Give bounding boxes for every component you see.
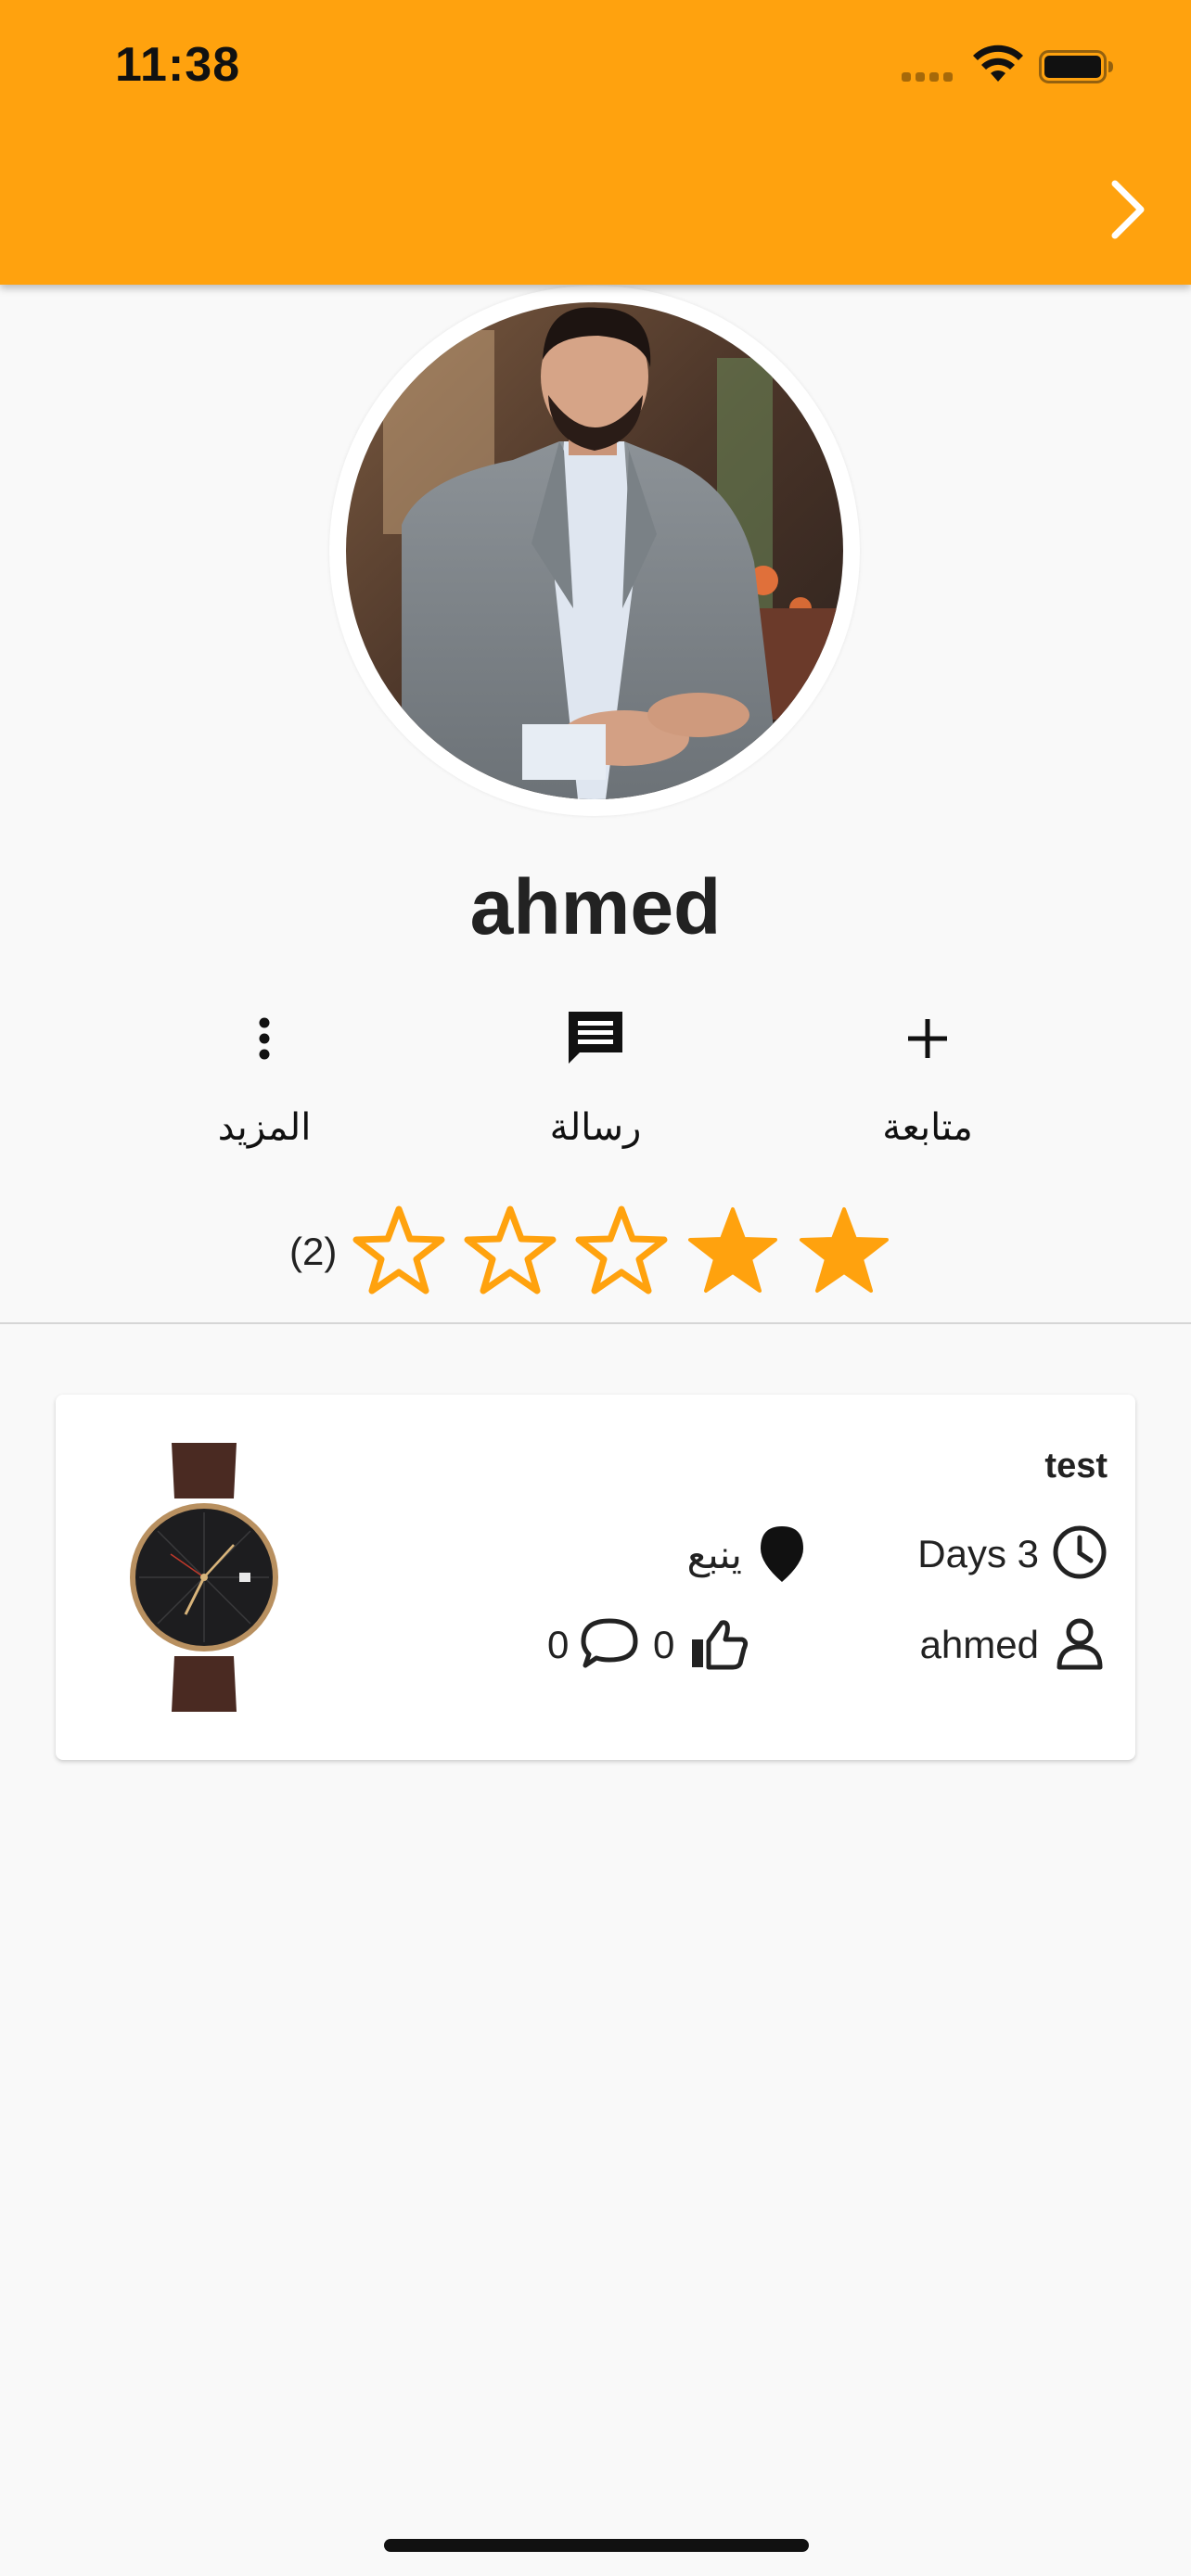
wifi-icon bbox=[973, 45, 1023, 82]
more-button[interactable]: المزيد bbox=[153, 1006, 376, 1173]
message-icon bbox=[569, 1012, 622, 1064]
listing-location-text: ينبع bbox=[686, 1532, 742, 1577]
thumbs-up-icon[interactable] bbox=[688, 1615, 749, 1671]
listing-card[interactable]: test Days 3 ahmed ينبع 0 0 bbox=[56, 1395, 1135, 1760]
wristwatch-photo bbox=[130, 1443, 278, 1712]
comment-icon bbox=[581, 1618, 638, 1668]
avatar[interactable] bbox=[346, 302, 843, 799]
listing-time-text: Days 3 bbox=[917, 1532, 1039, 1575]
star-filled-icon bbox=[688, 1207, 777, 1293]
listing-seller-text: ahmed bbox=[919, 1623, 1039, 1666]
location-pin-icon bbox=[761, 1526, 803, 1582]
profile-screen: 11:38 ahmed المزيد رسالة متابعة (2) test… bbox=[0, 0, 1191, 2576]
chevron-right-icon[interactable] bbox=[1109, 178, 1148, 241]
listing-title: test bbox=[1044, 1447, 1108, 1486]
plus-icon bbox=[908, 1019, 947, 1058]
profile-actions: المزيد رسالة متابعة bbox=[0, 1006, 1191, 1173]
message-button[interactable]: رسالة bbox=[484, 1006, 707, 1173]
battery-icon bbox=[1039, 50, 1113, 83]
follow-label: متابعة bbox=[882, 1106, 973, 1149]
listing-stats: 0 0 bbox=[538, 1615, 807, 1671]
more-label: المزيد bbox=[217, 1106, 312, 1149]
more-vertical-icon bbox=[259, 1017, 270, 1060]
listing-location: ينبع bbox=[612, 1524, 807, 1582]
profile-name: ahmed bbox=[469, 863, 722, 950]
rating-count: (2) bbox=[289, 1230, 338, 1273]
profile-photo bbox=[346, 302, 843, 799]
star-outline-icon bbox=[352, 1205, 445, 1294]
divider bbox=[0, 1322, 1191, 1324]
avatar-frame bbox=[329, 286, 860, 816]
follow-button[interactable]: متابعة bbox=[816, 1006, 1039, 1173]
listing-time: Days 3 bbox=[885, 1524, 1108, 1580]
star-filled-icon bbox=[800, 1207, 889, 1293]
comment-count: 0 bbox=[547, 1623, 570, 1666]
star-outline-icon bbox=[575, 1205, 668, 1294]
user-icon bbox=[1057, 1618, 1103, 1670]
app-bar: 11:38 bbox=[0, 0, 1191, 285]
message-label: رسالة bbox=[549, 1106, 642, 1149]
like-count: 0 bbox=[653, 1623, 675, 1666]
status-time: 11:38 bbox=[115, 38, 241, 92]
home-indicator[interactable] bbox=[384, 2539, 809, 2552]
clock-icon bbox=[1053, 1525, 1107, 1579]
listing-seller: ahmed bbox=[885, 1615, 1108, 1671]
signal-icon bbox=[902, 72, 957, 83]
star-outline-icon bbox=[464, 1205, 557, 1294]
